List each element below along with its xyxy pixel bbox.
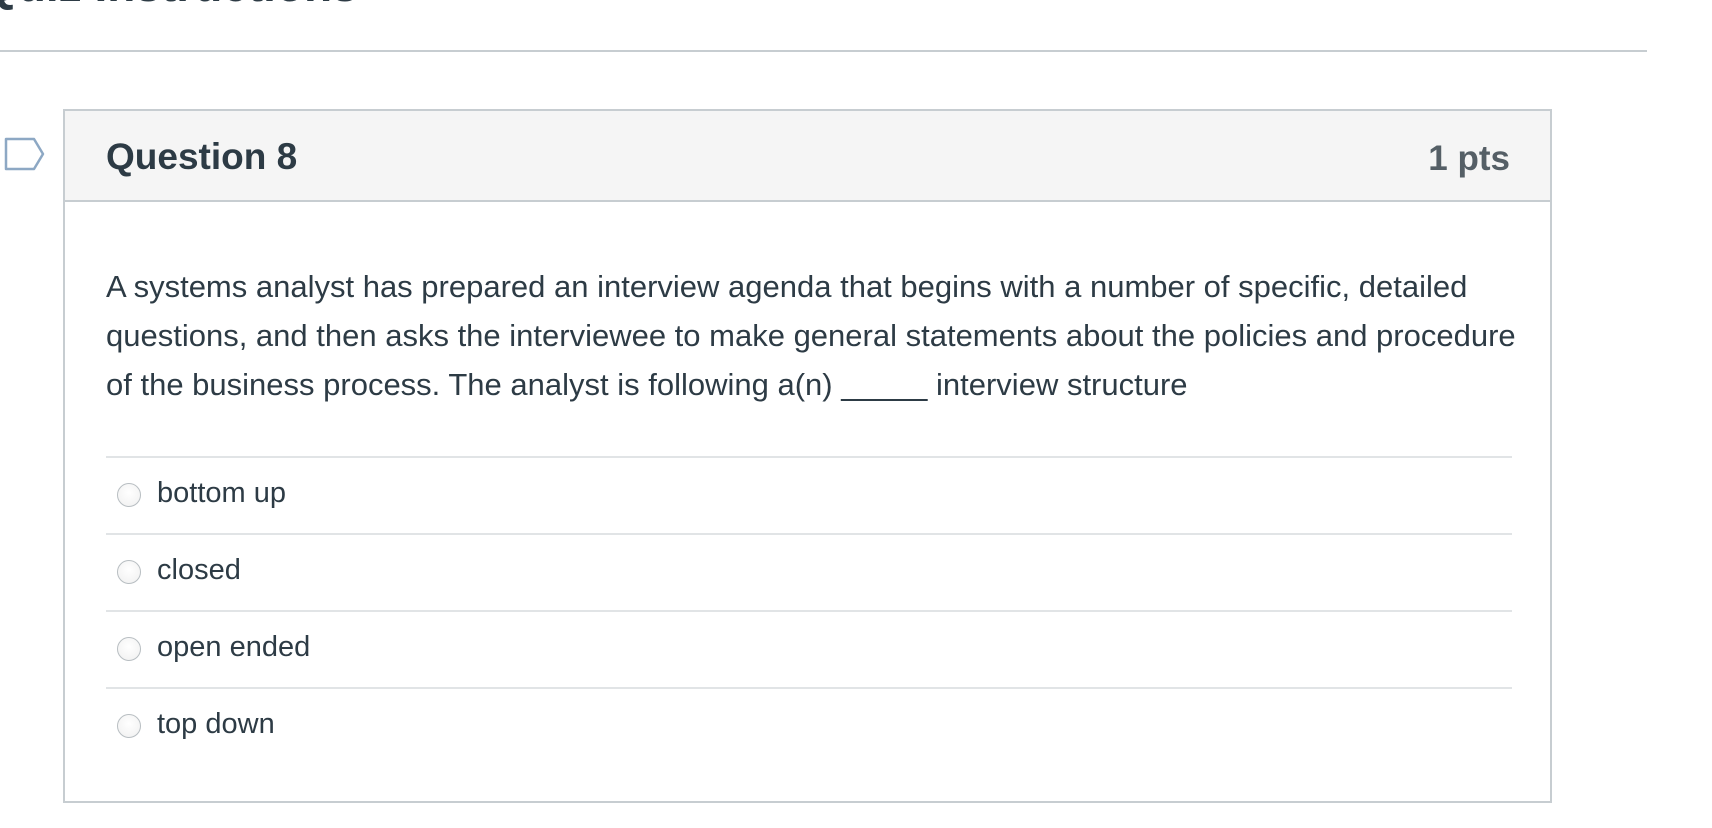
radio-button[interactable] xyxy=(117,483,141,507)
answer-label[interactable]: open ended xyxy=(157,629,310,665)
question-text: A systems analyst has prepared an interv… xyxy=(106,269,1516,402)
answer-label[interactable]: closed xyxy=(157,552,241,588)
question-points: 1 pts xyxy=(1428,139,1510,178)
answer-list: bottom up closed open ended top down xyxy=(106,456,1512,764)
radio-button[interactable] xyxy=(117,560,141,584)
question-header: Question 8 1 pts xyxy=(65,111,1550,202)
answer-label[interactable]: top down xyxy=(157,706,275,742)
answer-option[interactable]: top down xyxy=(106,689,1512,764)
radio-button[interactable] xyxy=(117,714,141,738)
answer-option[interactable]: closed xyxy=(106,535,1512,612)
answer-label[interactable]: bottom up xyxy=(157,475,286,511)
radio-button[interactable] xyxy=(117,637,141,661)
answer-option[interactable]: open ended xyxy=(106,612,1512,689)
question-name: Question 8 xyxy=(106,136,298,177)
question-card: Question 8 1 pts A systems analyst has p… xyxy=(63,109,1552,803)
flag-question-icon[interactable] xyxy=(4,137,46,171)
answer-option[interactable]: bottom up xyxy=(106,458,1512,535)
title-divider xyxy=(0,50,1647,52)
page-title: Quiz Instructions xyxy=(0,0,358,12)
quiz-page: Quiz Instructions Question 8 1 pts A sys… xyxy=(0,0,1712,828)
